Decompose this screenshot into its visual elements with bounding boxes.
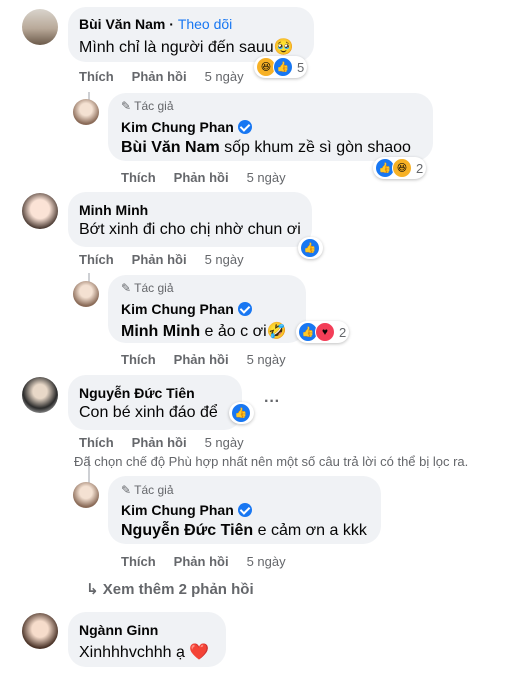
reply-arrow-icon: ↳ bbox=[86, 581, 99, 598]
mention-link[interactable]: Bùi Văn Nam bbox=[121, 139, 220, 156]
reaction-summary[interactable]: 👍 😆 2 bbox=[373, 157, 427, 179]
timestamp[interactable]: 5 ngày bbox=[205, 69, 244, 84]
reaction-count: 2 bbox=[416, 160, 424, 176]
haha-icon: 😆 bbox=[392, 158, 412, 178]
like-icon: 👍 bbox=[300, 238, 320, 258]
mention-link[interactable]: Minh Minh bbox=[121, 323, 200, 340]
timestamp[interactable]: 5 ngày bbox=[205, 435, 244, 450]
comment-author[interactable]: Kim Chung Phan bbox=[121, 502, 252, 518]
comment-actions: Thích Phản hồi 5 ngày bbox=[121, 170, 286, 185]
comment-text: Mình chỉ là người đến sauu🥹 bbox=[79, 39, 294, 56]
filter-notice: Đã chọn chế độ Phù hợp nhất nên một số c… bbox=[74, 454, 469, 469]
comment-author[interactable]: Nguyễn Đức Tiên bbox=[79, 385, 195, 401]
author-badge: ✎ Tác giả bbox=[121, 483, 174, 497]
reaction-summary[interactable]: 👍 ♥ 2 bbox=[296, 321, 350, 343]
reaction-summary[interactable]: 👍 bbox=[298, 237, 323, 259]
like-button[interactable]: Thích bbox=[79, 435, 114, 450]
comment-text: Xinhhhvchhh ạ ❤️ bbox=[79, 644, 210, 661]
avatar[interactable] bbox=[73, 482, 99, 508]
like-button[interactable]: Thích bbox=[121, 554, 156, 569]
comment-actions: Thích Phản hồi 5 ngày bbox=[79, 252, 244, 267]
reply-button[interactable]: Phản hồi bbox=[174, 554, 229, 569]
comment-actions: Thích Phản hồi 5 ngày bbox=[121, 554, 286, 569]
reaction-count: 5 bbox=[297, 59, 305, 75]
mention-link[interactable]: Nguyễn Đức Tiên bbox=[121, 522, 253, 539]
like-icon: 👍 bbox=[231, 403, 251, 423]
see-more-replies-link[interactable]: ↳ Xem thêm 2 phản hồi bbox=[86, 580, 254, 598]
reply-button[interactable]: Phản hồi bbox=[174, 352, 229, 367]
reaction-count: 2 bbox=[339, 324, 347, 340]
comment-author[interactable]: Bùi Văn Nam · Theo dõi bbox=[79, 16, 232, 32]
love-icon: ♥ bbox=[315, 322, 335, 342]
reply-button[interactable]: Phản hồi bbox=[174, 170, 229, 185]
like-button[interactable]: Thích bbox=[121, 352, 156, 367]
verified-icon bbox=[237, 503, 252, 517]
avatar[interactable] bbox=[22, 193, 58, 229]
follow-link[interactable]: Theo dõi bbox=[178, 16, 232, 32]
author-badge: ✎ Tác giả bbox=[121, 99, 174, 113]
avatar[interactable] bbox=[73, 99, 99, 125]
avatar[interactable] bbox=[22, 9, 58, 45]
author-badge: ✎ Tác giả bbox=[121, 281, 174, 295]
reply-button[interactable]: Phản hồi bbox=[132, 69, 187, 84]
comment-author[interactable]: Ngànn Ginn bbox=[79, 622, 158, 638]
comment-author[interactable]: Minh Minh bbox=[79, 202, 148, 218]
avatar[interactable] bbox=[22, 377, 58, 413]
comment-actions: Thích Phản hồi 5 ngày bbox=[79, 69, 244, 84]
comment-author[interactable]: Kim Chung Phan bbox=[121, 301, 252, 317]
comment-actions: Thích Phản hồi 5 ngày bbox=[121, 352, 286, 367]
like-icon: 👍 bbox=[273, 57, 293, 77]
like-button[interactable]: Thích bbox=[121, 170, 156, 185]
comment-actions: Thích Phản hồi 5 ngày bbox=[79, 435, 244, 450]
like-button[interactable]: Thích bbox=[79, 252, 114, 267]
like-button[interactable]: Thích bbox=[79, 69, 114, 84]
verified-icon bbox=[237, 302, 252, 316]
comment-text: Nguyễn Đức Tiên e cảm ơn a kkk bbox=[121, 522, 367, 539]
reaction-summary[interactable]: 👍 bbox=[229, 402, 254, 424]
timestamp[interactable]: 5 ngày bbox=[247, 554, 286, 569]
comment-text: Con bé xinh đáo để bbox=[79, 404, 218, 421]
comment-author[interactable]: Kim Chung Phan bbox=[121, 119, 252, 135]
reply-button[interactable]: Phản hồi bbox=[132, 435, 187, 450]
timestamp[interactable]: 5 ngày bbox=[205, 252, 244, 267]
reply-button[interactable]: Phản hồi bbox=[132, 252, 187, 267]
avatar[interactable] bbox=[73, 281, 99, 307]
reaction-summary[interactable]: 😆 👍 5 bbox=[254, 56, 308, 78]
avatar[interactable] bbox=[22, 613, 58, 649]
timestamp[interactable]: 5 ngày bbox=[247, 352, 286, 367]
more-options-icon[interactable]: ··· bbox=[264, 393, 280, 411]
comment-text: Bớt xinh đi cho chị nhờ chun ơi bbox=[79, 221, 301, 238]
verified-icon bbox=[237, 120, 252, 134]
comment-text: Minh Minh e ảo c ơi🤣 bbox=[121, 323, 287, 340]
comment-text: Bùi Văn Nam sốp khum zề sì gòn shaoo bbox=[121, 139, 411, 156]
timestamp[interactable]: 5 ngày bbox=[247, 170, 286, 185]
